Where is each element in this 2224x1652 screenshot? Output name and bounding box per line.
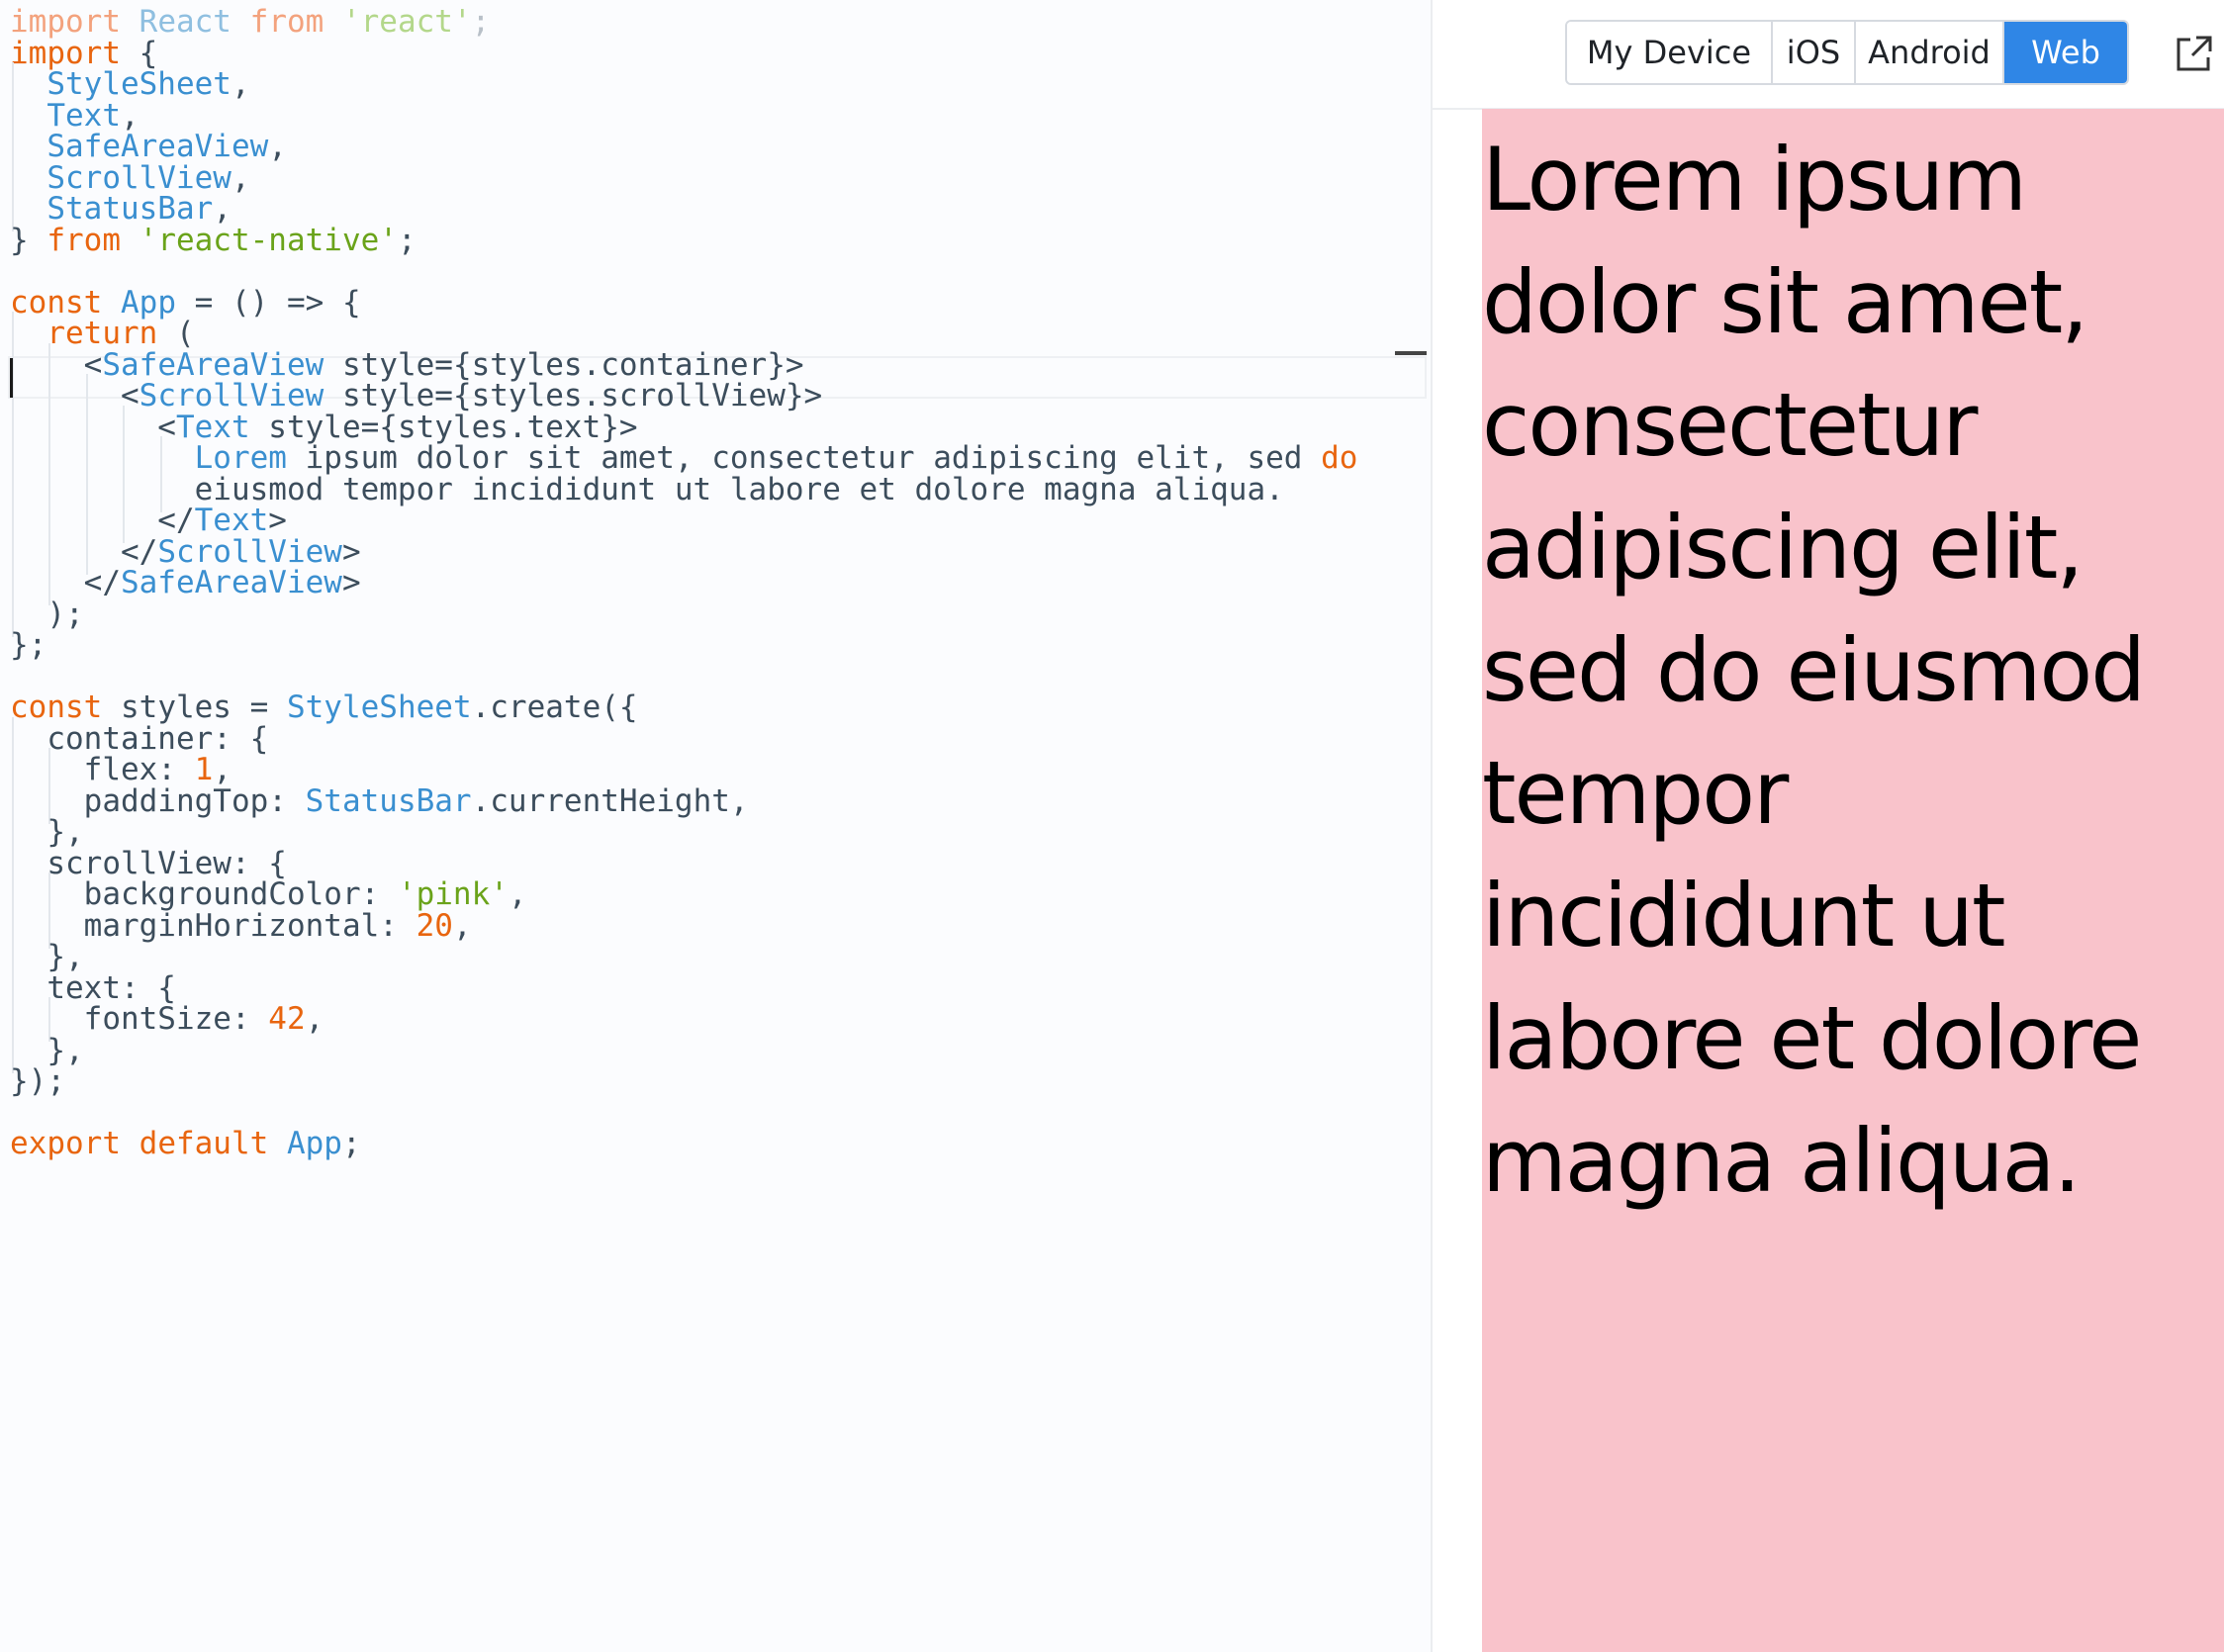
code-token: , [268,129,287,164]
preview-text: Lorem ipsum dolor sit amet, consectetur … [1482,129,2146,1212]
code-line: paddingTop: StatusBar.currentHeight, [10,779,749,824]
code-token: }; [10,627,47,663]
fold-marker[interactable] [1395,351,1427,355]
code-token: 'react-native' [139,222,398,258]
code-token: ; [341,1126,361,1161]
code-token: .currentHeight, [471,782,749,819]
code-token: 42 [268,1001,306,1037]
code-token: App [286,1126,342,1161]
code-token: , [508,876,527,912]
code-token: .create({ [471,689,638,725]
code-token: , [452,907,472,944]
code-token: do [1321,440,1358,476]
code-token: }); [10,1063,65,1099]
tab-web[interactable]: Web [2004,22,2127,83]
code-token: StatusBar [305,782,472,819]
tab-ios[interactable]: iOS [1773,22,1856,83]
code-token: , [231,66,250,102]
code-token: SafeAreaView [120,565,342,600]
tab-my-device[interactable]: My Device [1567,22,1773,83]
code-token: > [341,565,361,600]
code-line: }; [10,623,46,668]
code-line: }); [10,1059,65,1104]
code-line: export default App; [10,1122,361,1166]
code-token: from [46,222,121,258]
code-token: = () => { [176,284,361,321]
text-cursor [10,358,13,398]
code-token: , [231,159,250,196]
preview-pane: My Device iOS Android Web Lorem ipsum do… [1433,0,2224,1652]
tab-android[interactable]: Android [1856,22,2004,83]
code-token: 'react' [341,4,472,40]
platform-selector: My Device iOS Android Web [1565,20,2129,85]
code-line: } from 'react-native'; [10,219,417,263]
code-token: , [305,1001,324,1037]
code-token: export [10,1126,121,1161]
code-token: } [10,222,47,258]
code-token: 20 [416,907,453,944]
code-token: ; [397,222,417,258]
preview-scrollview[interactable]: Lorem ipsum dolor sit amet, consectetur … [1482,109,2224,1652]
code-token: default [139,1126,269,1161]
code-editor[interactable]: import React from 'react'; import { Style… [0,0,1431,1652]
preview-toolbar: My Device iOS Android Web [1433,0,2224,110]
code-token: from [249,4,324,40]
code-token: StyleSheet [286,689,472,725]
external-link-icon[interactable] [2173,32,2216,75]
code-token: ; [471,4,491,40]
